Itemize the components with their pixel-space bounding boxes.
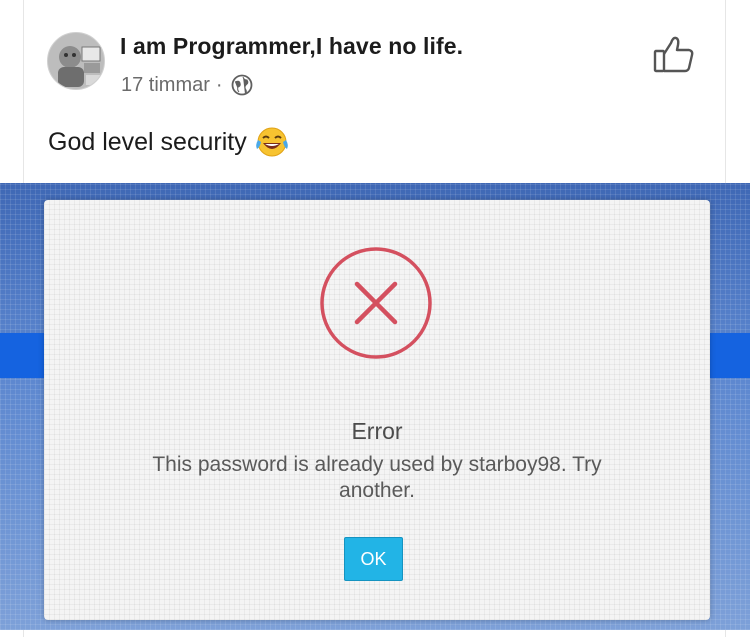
avatar-image [48, 33, 104, 89]
post-text-content: God level security [48, 127, 247, 156]
error-x-circle-icon [319, 246, 433, 360]
error-dialog: Error This password is already used by s… [44, 200, 710, 620]
card-bottom-border-right [725, 630, 726, 637]
face-with-tears-of-joy-icon [255, 125, 289, 159]
error-title: Error [351, 418, 403, 444]
card-border-right [725, 0, 726, 183]
card-bottom [0, 630, 750, 637]
error-message: This password is already used by starboy… [152, 453, 602, 502]
thumbs-up-icon[interactable] [652, 34, 696, 74]
ok-button[interactable]: OK [344, 537, 403, 581]
card-border-left [23, 0, 24, 183]
post-meta: 17 timmar · [121, 73, 253, 97]
post-photo[interactable]: Error This password is already used by s… [0, 183, 750, 630]
card-bottom-border-left [23, 630, 24, 637]
globe-icon [231, 74, 253, 96]
meta-separator: · [215, 73, 223, 96]
avatar[interactable] [47, 32, 105, 90]
post-time[interactable]: 17 timmar [121, 74, 210, 97]
post-author[interactable]: I am Programmer,I have no life. [120, 33, 463, 60]
post-text: God level security [48, 125, 289, 159]
